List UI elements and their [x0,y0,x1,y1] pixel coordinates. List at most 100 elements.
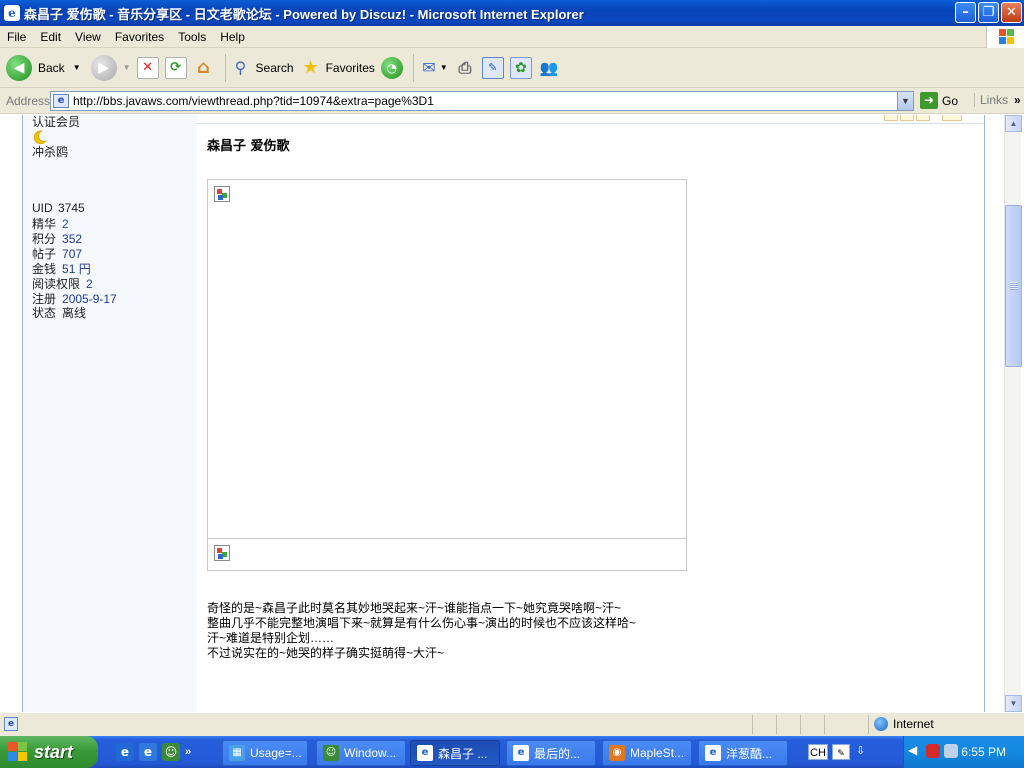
page-icon: e [53,94,69,108]
quicklaunch-more-icon[interactable]: » [185,746,191,758]
post-action-button[interactable] [942,115,962,121]
ie-app-icon[interactable]: e [4,5,20,21]
taskbar-button-active[interactable]: e 森昌子 ... [410,740,500,766]
go-label: Go [942,93,959,108]
stat-value-link[interactable]: 2 [62,217,69,231]
go-arrow-icon: ➜ [920,92,938,109]
task-label: MapleSt... [630,746,685,760]
post-body-line: 汗~难道是特别企划…… [207,631,335,645]
stat-label: 积分 [32,232,57,246]
language-indicator[interactable]: CH [808,744,828,760]
post-action-button[interactable] [900,115,914,121]
links-chevron-icon[interactable]: » [1014,93,1021,107]
post-action-button[interactable] [916,115,930,121]
ie-quicklaunch-icon[interactable]: e [139,743,157,761]
ie-icon: e [513,745,529,761]
status-separator [752,715,753,734]
go-button[interactable]: ➜ Go [920,92,958,109]
stat-label: UID [32,201,53,215]
favorites-button[interactable]: ★ Favorites [300,57,374,79]
menu-edit[interactable]: Edit [33,30,68,44]
system-clock[interactable]: 6:55 PM [961,745,1006,759]
stat-uid: UID 3745 [32,201,85,215]
taskbar-button[interactable]: e 洋葱酷... [698,740,788,766]
taskbar-button[interactable]: ◉ MapleSt... [602,740,692,766]
close-button[interactable]: ✕ [1001,2,1022,23]
history-button[interactable]: ◔ [380,56,403,79]
mail-dropdown-icon[interactable]: ▼ [440,63,448,72]
status-separator [824,715,825,734]
refresh-button[interactable]: ⟳ [164,56,187,79]
icq-button[interactable]: ✿ [509,56,532,79]
taskbar-button[interactable]: ☺ Window... [316,740,406,766]
post-body-line: 不过说实在的~她哭的样子确实挺萌得~大汗~ [207,646,445,660]
status-separator [800,715,801,734]
forward-arrow-icon: ▶ [90,54,117,81]
ie-quicklaunch-icon[interactable]: e [116,743,134,761]
window-titlebar[interactable]: e 森昌子 爱伤歌 - 音乐分享区 - 日文老歌论坛 - Powered by … [0,0,1024,26]
back-dropdown-icon[interactable]: ▼ [73,63,81,72]
post-frame-border [984,115,985,712]
history-icon: ◔ [380,56,403,79]
scroll-up-button[interactable]: ▲ [1005,115,1022,132]
app-window-icon: ▦ [229,745,245,761]
home-icon: ⌂ [197,57,210,78]
status-bar: e Internet [0,712,1024,736]
stat-label: 状态 [32,306,57,320]
menu-file[interactable]: File [0,30,33,44]
stop-icon: ✕ [136,56,159,79]
address-dropdown-icon[interactable]: ▼ [897,92,913,110]
back-arrow-icon: ◀ [6,54,32,81]
windows-logo-icon [986,26,1024,48]
mail-button[interactable]: ✉ ▼ [418,57,448,79]
scroll-down-button[interactable]: ▼ [1005,695,1022,712]
language-bar-options-icon[interactable]: ⇩ [856,744,865,757]
forward-dropdown-icon[interactable]: ▼ [123,63,131,72]
links-toolbar[interactable]: Links » [974,93,1021,107]
antivirus-tray-icon[interactable] [926,744,940,758]
user-group: 认证会员 [32,115,81,129]
vertical-scrollbar[interactable]: ▲ ▼ [1004,115,1022,712]
stat-value: 51 円 [62,262,91,276]
status-page-icon: e [4,717,18,731]
address-url[interactable]: http://bbs.javaws.com/viewthread.php?tid… [73,94,434,108]
post-body: 奇怪的是~森昌子此时莫名其妙地哭起来~汗~谁能指点一下~她究竟哭啥啊~汗~ 整曲… [207,601,636,661]
menu-favorites[interactable]: Favorites [108,30,171,44]
post-image-frame-2 [207,538,687,571]
start-button[interactable]: start [0,736,98,768]
post-action-button[interactable] [884,115,898,121]
menu-view[interactable]: View [68,30,108,44]
status-separator [868,715,869,734]
task-label: 洋葱酷... [726,746,773,761]
back-button[interactable]: ◀ Back ▼ [6,54,81,81]
messenger-button[interactable]: 👥 [538,57,560,79]
print-button[interactable]: ⎙ [454,57,476,79]
stat-value: 2 [86,277,93,291]
ie-icon: e [417,745,433,761]
scroll-thumb[interactable] [1005,205,1022,367]
stop-button[interactable]: ✕ [136,56,159,79]
toolbar-separator [412,53,414,82]
address-field[interactable]: e http://bbs.javaws.com/viewthread.php?t… [50,91,914,111]
minimize-button[interactable]: – [955,2,976,23]
taskbar-button[interactable]: ▦ Usage=... [222,740,308,766]
favorites-star-icon: ★ [302,57,319,78]
window-title: 森昌子 爱伤歌 - 音乐分享区 - 日文老歌论坛 - Powered by Di… [24,6,584,22]
restore-button[interactable]: ❐ [978,2,999,23]
home-button[interactable]: ⌂ [193,57,215,79]
volume-tray-icon[interactable] [944,744,958,758]
windows-flag-icon [8,742,28,762]
input-method-icon[interactable]: ✎ [832,744,850,760]
tray-expand-icon[interactable]: ◀ [908,743,917,757]
messenger-quicklaunch-icon[interactable]: ☺ [162,743,180,761]
stat-value: 707 [62,247,83,261]
edit-button[interactable]: ✎ [481,56,504,79]
stat-label: 阅读权限 [32,277,81,291]
taskbar-button[interactable]: e 最后的... [506,740,596,766]
menu-tools[interactable]: Tools [171,30,213,44]
forward-button[interactable]: ▶ ▼ [90,54,131,81]
address-label: Address [6,93,51,108]
menu-help[interactable]: Help [213,30,252,44]
search-button[interactable]: ⚲ Search [230,57,294,79]
mail-icon: ✉ [422,58,436,77]
